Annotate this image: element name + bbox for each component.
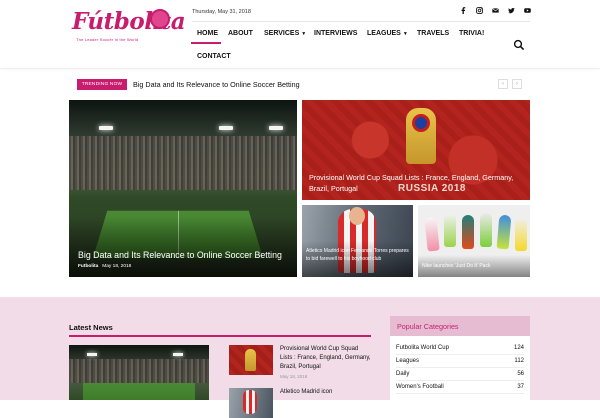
category-row[interactable]: Leagues 112 xyxy=(396,355,524,368)
floodlight xyxy=(173,353,183,356)
category-count: 124 xyxy=(513,345,524,351)
floodlight xyxy=(99,126,113,130)
nav-item-trivia[interactable]: TRIVIA! xyxy=(459,30,484,37)
popular-categories-heading: Popular Categories xyxy=(397,322,459,331)
featured-main-title[interactable]: Big Data and Its Relevance to Online Soc… xyxy=(78,250,282,260)
trophy-emblem xyxy=(412,114,430,132)
worldcup-trophy-image xyxy=(406,108,436,164)
featured-small-title[interactable]: Atletico Madrid icon Fernando Torres pre… xyxy=(306,247,411,263)
category-row[interactable]: Futbolita World Cup 124 xyxy=(396,342,524,355)
floodlight xyxy=(219,126,233,130)
nav-item-home[interactable]: HOME xyxy=(197,30,218,37)
chevron-down-icon: ▼ xyxy=(402,31,408,37)
featured-small-post[interactable]: Nike launches ‘Just Do It’ Pack xyxy=(418,205,530,277)
nav-item-leagues[interactable]: LEAGUES ▼ xyxy=(367,30,408,37)
social-links xyxy=(460,7,531,14)
nav-item-label: SERVICES xyxy=(264,30,300,37)
nav-item-label: HOME xyxy=(197,30,218,37)
player-jersey xyxy=(243,390,257,414)
floodlight xyxy=(87,353,97,356)
news-thumbnail[interactable] xyxy=(229,388,273,418)
chevron-down-icon: ▼ xyxy=(301,31,307,37)
category-count: 112 xyxy=(514,358,524,364)
category-name: Daily xyxy=(396,371,410,377)
header-shadow xyxy=(0,68,600,69)
category-name: Leagues xyxy=(396,358,420,364)
popular-categories-header: Popular Categories xyxy=(390,316,530,336)
player-head xyxy=(349,207,365,225)
featured-worldcup-title[interactable]: Provisional World Cup Squad Lists : Fran… xyxy=(309,172,514,194)
featured-small-title[interactable]: Nike launches ‘Just Do It’ Pack xyxy=(422,263,490,269)
featured-small-post[interactable]: Atletico Madrid icon Fernando Torres pre… xyxy=(302,205,413,277)
nav-item-interviews[interactable]: INTERVIEWS xyxy=(314,30,357,37)
nav-item-label: TRAVELS xyxy=(417,30,450,37)
popular-categories-widget: Popular Categories Futbolita World Cup 1… xyxy=(390,316,530,400)
nav-item-contact[interactable]: CONTACT xyxy=(197,53,231,60)
trending-prev-button[interactable]: ‹ xyxy=(498,79,508,89)
soccer-ball-icon xyxy=(150,9,170,29)
instagram-icon[interactable] xyxy=(476,7,483,14)
nav-item-about[interactable]: ABOUT xyxy=(228,30,253,37)
boot-image xyxy=(444,213,456,247)
trending-headline[interactable]: Big Data and Its Relevance to Online Soc… xyxy=(133,80,300,89)
stadium-crowd xyxy=(69,136,297,190)
post-date: May 18, 2018 xyxy=(102,264,132,269)
boot-image xyxy=(462,215,474,249)
category-row[interactable]: Daily 56 xyxy=(396,368,524,381)
boot-image xyxy=(480,213,492,247)
latest-news-heading: Latest News xyxy=(69,323,113,332)
site-logo[interactable]: Fútbolita The Leader Soccer in the World xyxy=(72,6,186,46)
mail-icon[interactable] xyxy=(492,7,499,14)
news-item-date: May 18, 2018 xyxy=(280,374,308,379)
site-header: Fútbolita The Leader Soccer in the World… xyxy=(0,0,600,68)
news-thumbnail[interactable] xyxy=(229,345,273,375)
pitch xyxy=(83,383,195,400)
boot-image xyxy=(515,217,527,251)
logo-tagline: The Leader Soccer in the World xyxy=(76,37,139,42)
category-name: Women's Football xyxy=(396,384,444,390)
twitter-icon[interactable] xyxy=(508,7,515,14)
nav-item-services[interactable]: SERVICES ▼ xyxy=(264,30,306,37)
trending-next-button[interactable]: › xyxy=(512,79,522,89)
latest-news-lead-image[interactable] xyxy=(69,345,209,400)
nav-item-label: INTERVIEWS xyxy=(314,30,358,37)
featured-main-meta: Futbolita May 18, 2018 xyxy=(78,264,131,269)
boot-image xyxy=(496,214,512,250)
nav-item-label: CONTACT xyxy=(197,53,231,60)
post-author[interactable]: Futbolita xyxy=(78,264,98,269)
header-divider xyxy=(192,21,530,22)
nav-item-label: TRIVIA! xyxy=(459,30,485,37)
featured-main-post[interactable]: Big Data and Its Relevance to Online Soc… xyxy=(69,100,297,277)
nav-item-travels[interactable]: TRAVELS xyxy=(417,30,449,37)
category-count: 37 xyxy=(517,384,524,390)
floodlight xyxy=(269,126,283,130)
latest-news-rule xyxy=(69,335,371,337)
stadium-crowd xyxy=(69,359,209,383)
news-item-title[interactable]: Atletico Madrid icon xyxy=(280,388,372,397)
nav-item-label: LEAGUES xyxy=(367,30,401,37)
search-icon[interactable] xyxy=(513,38,527,52)
nav-item-label: ABOUT xyxy=(228,30,253,37)
youtube-icon[interactable] xyxy=(524,7,531,14)
category-name: Futbolita World Cup xyxy=(396,345,449,351)
current-date: Thursday, May 31, 2018 xyxy=(192,9,251,15)
category-count: 56 xyxy=(517,371,524,377)
nav-active-indicator xyxy=(191,42,221,44)
boot-image xyxy=(424,216,440,252)
news-item-title[interactable]: Provisional World Cup Squad Lists : Fran… xyxy=(280,345,372,372)
worldcup-trophy-image xyxy=(245,349,256,371)
trending-badge: TRENDING NOW xyxy=(77,79,127,90)
facebook-icon[interactable] xyxy=(460,7,467,14)
category-row[interactable]: Women's Football 37 xyxy=(396,381,524,394)
featured-worldcup-post[interactable]: RUSSIA 2018 Provisional World Cup Squad … xyxy=(302,100,530,200)
